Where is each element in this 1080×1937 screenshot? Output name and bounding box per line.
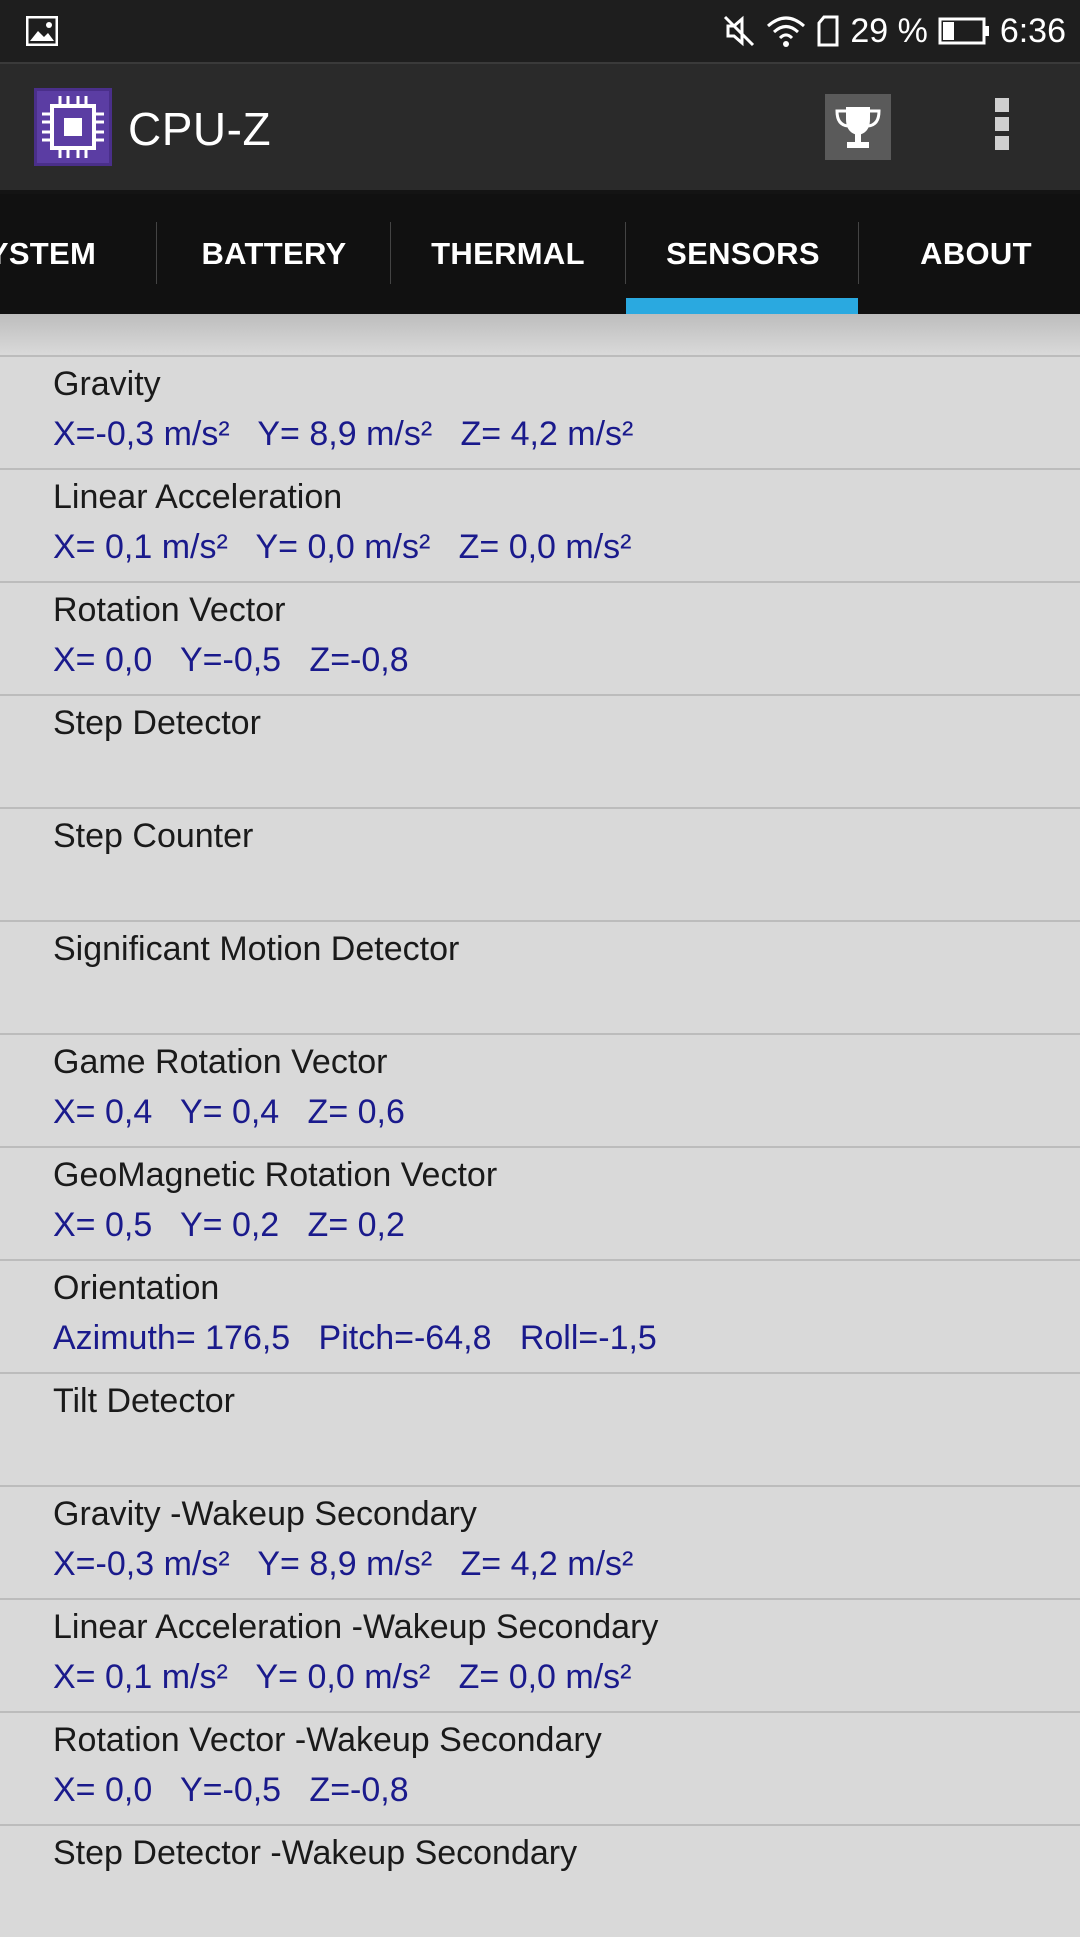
list-item: Tilt Detector — [0, 1372, 1080, 1485]
gallery-icon — [26, 16, 58, 46]
tab-battery[interactable]: BATTERY — [157, 194, 391, 314]
sensor-values: X=-0,3 m/s² Y= 8,9 m/s² Z= 4,2 m/s² — [53, 415, 634, 453]
tab-about[interactable]: ABOUT — [859, 194, 1080, 314]
tab-system[interactable]: YSTEM — [0, 194, 159, 314]
sensor-name: Linear Acceleration -Wakeup Secondary — [53, 1608, 659, 1646]
battery-percent: 29 % — [850, 11, 928, 50]
tab-thermal[interactable]: THERMAL — [391, 194, 625, 314]
sensor-name: Significant Motion Detector — [53, 930, 460, 968]
battery-icon — [938, 17, 989, 45]
tab-sensors[interactable]: SENSORS — [626, 194, 860, 314]
list-item: Significant Motion Detector — [0, 920, 1080, 1033]
status-bar: 29 % 6:36 — [0, 0, 1080, 62]
sensor-values: X= 0,0 Y=-0,5 Z=-0,8 — [53, 641, 409, 679]
sensor-name: Linear Acceleration — [53, 478, 343, 516]
sensor-name: Orientation — [53, 1269, 220, 1307]
app-title: CPU-Z — [128, 103, 272, 155]
sensor-name: Rotation Vector — [53, 591, 286, 629]
sensor-values: X= 0,5 Y= 0,2 Z= 0,2 — [53, 1206, 405, 1244]
sensor-name: Step Detector -Wakeup Secondary — [53, 1834, 578, 1872]
list-item: Rotation Vector X= 0,0 Y=-0,5 Z=-0,8 — [0, 581, 1080, 694]
sensor-name: GeoMagnetic Rotation Vector — [53, 1156, 498, 1194]
sensor-values: X=-0,3 m/s² Y= 8,9 m/s² Z= 4,2 m/s² — [53, 1545, 634, 1583]
list-item: Linear Acceleration X= 0,1 m/s² Y= 0,0 m/… — [0, 468, 1080, 581]
trophy-button[interactable] — [825, 94, 891, 160]
cpu-z-logo-icon — [34, 88, 112, 166]
list-item: Step Detector -Wakeup Secondary — [0, 1824, 1080, 1937]
tab-bar: YSTEM BATTERY THERMAL SENSORS ABOUT — [0, 194, 1080, 314]
sensor-values: X= 0,1 m/s² Y= 0,0 m/s² Z= 0,0 m/s² — [53, 528, 632, 566]
sensor-name: Game Rotation Vector — [53, 1043, 388, 1081]
sensor-name: Gravity — [53, 365, 161, 403]
clock: 6:36 — [999, 11, 1066, 50]
active-tab-indicator — [626, 298, 858, 314]
trophy-icon — [835, 107, 881, 148]
sensor-name: Gravity -Wakeup Secondary — [53, 1495, 477, 1533]
tab-bar-shadow — [0, 314, 1080, 354]
sensor-name: Rotation Vector -Wakeup Secondary — [53, 1721, 602, 1759]
sensor-values: Azimuth= 176,5 Pitch=-64,8 Roll=-1,5 — [53, 1319, 657, 1357]
sim-icon — [817, 15, 839, 47]
list-item: Linear Acceleration -Wakeup Secondary X= … — [0, 1598, 1080, 1711]
sensor-name: Step Counter — [53, 817, 254, 855]
wifi-icon — [767, 16, 806, 47]
sensor-values: X= 0,1 m/s² Y= 0,0 m/s² Z= 0,0 m/s² — [53, 1658, 632, 1696]
sensor-values: X= 0,0 Y=-0,5 Z=-0,8 — [53, 1771, 409, 1809]
overflow-menu-icon[interactable] — [990, 98, 1014, 158]
list-item: Rotation Vector -Wakeup Secondary X= 0,0 … — [0, 1711, 1080, 1824]
list-item: Step Counter — [0, 807, 1080, 920]
list-item: GeoMagnetic Rotation Vector X= 0,5 Y= 0,2… — [0, 1146, 1080, 1259]
list-item: Game Rotation Vector X= 0,4 Y= 0,4 Z= 0,6 — [0, 1033, 1080, 1146]
sensor-list[interactable]: Gravity X=-0,3 m/s² Y= 8,9 m/s² Z= 4,2 m/… — [0, 355, 1080, 1937]
list-item: Step Detector — [0, 694, 1080, 807]
list-item: Orientation Azimuth= 176,5 Pitch=-64,8 Ro… — [0, 1259, 1080, 1372]
sensor-name: Step Detector — [53, 704, 261, 742]
app-bar: CPU-Z — [0, 62, 1080, 192]
list-item: Gravity -Wakeup Secondary X=-0,3 m/s² Y= … — [0, 1485, 1080, 1598]
mute-icon — [724, 15, 755, 47]
list-item: Gravity X=-0,3 m/s² Y= 8,9 m/s² Z= 4,2 m/… — [0, 355, 1080, 468]
sensor-name: Tilt Detector — [53, 1382, 236, 1420]
sensor-values: X= 0,4 Y= 0,4 Z= 0,6 — [53, 1093, 405, 1131]
